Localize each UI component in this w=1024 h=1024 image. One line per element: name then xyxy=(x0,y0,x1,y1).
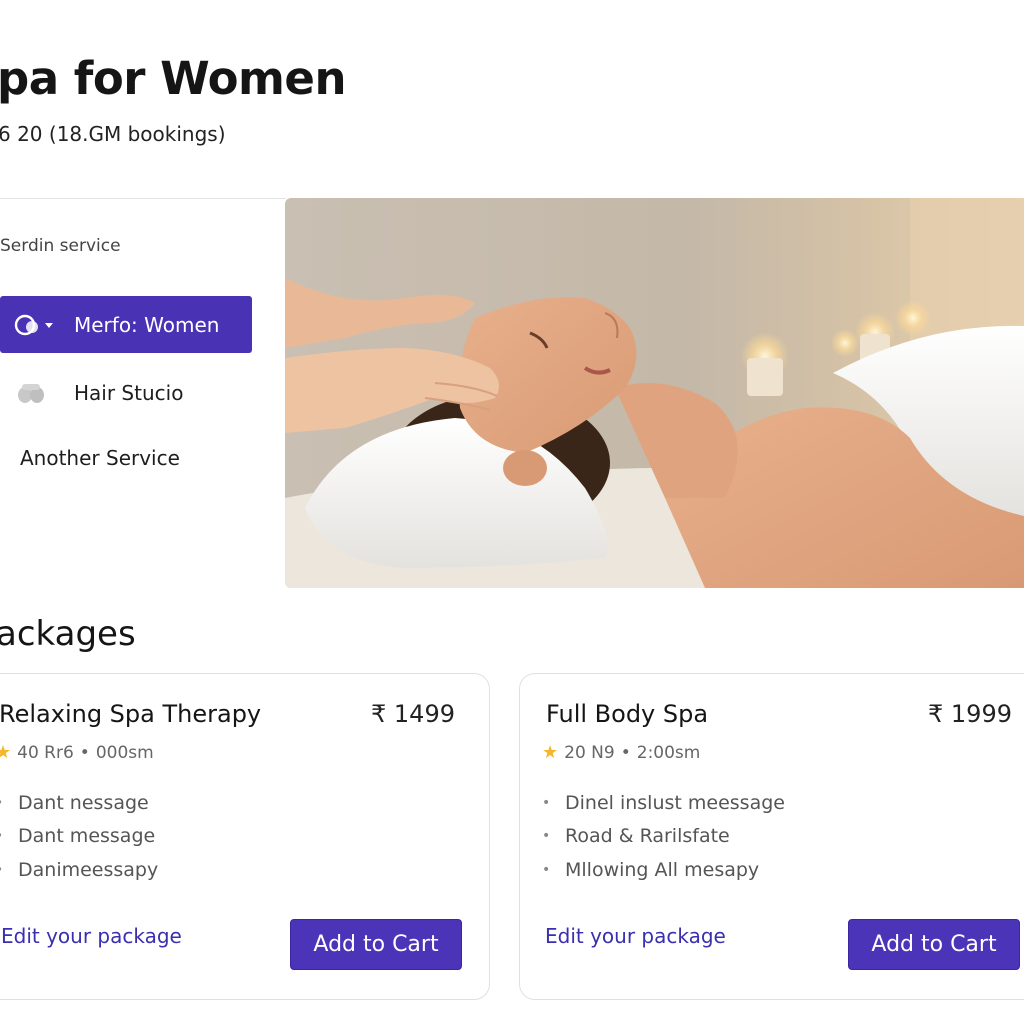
sidebar-heading: Serdin service xyxy=(0,236,121,256)
bullet-icon: • xyxy=(542,794,551,811)
hair-icon xyxy=(16,381,74,405)
package-card: Relaxing Spa Therapy ₹ 1499 ★ 40 Rr6 • 0… xyxy=(0,673,490,1000)
package-rating: 20 N9 xyxy=(564,742,615,763)
sidebar-item-label: Another Service xyxy=(20,446,180,470)
page-title: pa for Women xyxy=(0,52,347,105)
bullet-icon: • xyxy=(0,795,18,811)
list-item: • Road & Rarilsfate xyxy=(542,825,730,848)
list-item: • Dinel inslust meessage xyxy=(542,791,785,814)
sidebar-item-hair-studio[interactable]: Hair Stucio xyxy=(0,372,183,414)
add-to-cart-button[interactable]: Add to Cart xyxy=(848,919,1020,970)
list-item: •Danimeessapy xyxy=(0,853,158,887)
sidebar-item-label: Hair Stucio xyxy=(74,381,184,405)
package-name: Full Body Spa xyxy=(546,700,709,728)
meta-separator: • xyxy=(620,742,631,763)
package-meta: ★ 20 N9 • 2:00sm xyxy=(542,742,700,763)
sidebar-item-another-service[interactable]: Another Service xyxy=(0,438,180,478)
rating-summary: 6 20 (18.GM bookings) xyxy=(0,122,226,146)
hero-image xyxy=(285,198,1024,588)
package-price: ₹ 1499 xyxy=(371,700,455,728)
edit-package-link[interactable]: Edit your package xyxy=(545,924,726,948)
package-name: Relaxing Spa Therapy xyxy=(0,700,262,728)
bullet-icon: • xyxy=(0,828,18,844)
package-duration: 2:00sm xyxy=(636,742,701,763)
meta-separator: • xyxy=(79,742,90,763)
add-to-cart-button[interactable]: Add to Cart xyxy=(290,919,462,970)
sidebar-item-spa-women[interactable]: Merfo: Women xyxy=(0,296,252,353)
feature-list: •Dant nessage •Dant message •Danimeessap… xyxy=(0,786,158,887)
package-duration: 000sm xyxy=(95,742,154,763)
star-icon: ★ xyxy=(0,742,12,763)
bullet-icon: • xyxy=(542,828,551,845)
package-meta: ★ 40 Rr6 • 000sm xyxy=(0,742,154,763)
spa-icon xyxy=(12,312,74,338)
package-card: Full Body Spa ₹ 1999 ★ 20 N9 • 2:00sm • D… xyxy=(519,673,1024,1000)
edit-package-link[interactable]: Edit your package xyxy=(1,924,182,948)
package-price: ₹ 1999 xyxy=(928,700,1012,728)
star-icon: ★ xyxy=(542,742,559,763)
bullet-icon: • xyxy=(542,861,551,878)
sidebar-item-label: Merfo: Women xyxy=(74,312,220,337)
package-rating: 40 Rr6 xyxy=(17,742,74,763)
list-item: •Dant message xyxy=(0,820,158,854)
list-item: • Mllowing All mesapy xyxy=(542,858,760,881)
bullet-icon: • xyxy=(0,862,18,878)
list-item: •Dant nessage xyxy=(0,786,158,820)
packages-heading: ackages xyxy=(0,614,136,654)
feature-list: • Dinel inslust meessage • Road & Rarilsfa… xyxy=(542,786,785,887)
divider xyxy=(0,198,286,199)
